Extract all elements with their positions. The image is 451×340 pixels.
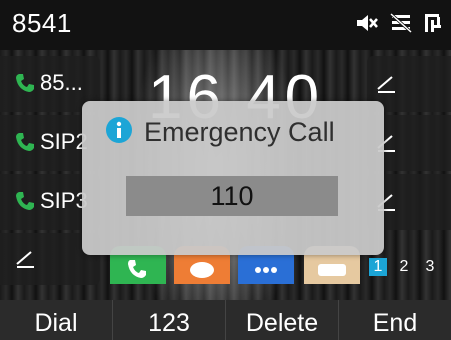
phone-icon <box>14 190 36 218</box>
page-2[interactable]: 2 <box>395 258 413 276</box>
page-indicator: 1 2 3 <box>369 258 439 276</box>
softkey-bar: Dial 123 Delete End <box>0 300 451 340</box>
line-key-label: SIP3 <box>40 188 88 213</box>
edit-icon <box>14 249 36 275</box>
dial-softkey[interactable]: Dial <box>0 300 113 340</box>
edit-icon <box>375 74 397 99</box>
page-3[interactable]: 3 <box>421 258 439 276</box>
dialog-title: Emergency Call <box>144 117 335 147</box>
end-softkey[interactable]: End <box>339 300 451 340</box>
extension-number: 8541 <box>12 8 72 38</box>
phone-screen: 8541 16 40 85... SIP2 SIP3 1 2 3 Dial 12… <box>0 0 451 340</box>
page-1[interactable]: 1 <box>369 258 387 276</box>
info-icon <box>104 115 134 150</box>
phone-icon <box>14 131 36 159</box>
emergency-number-field[interactable]: 110 <box>126 176 338 216</box>
line-key-label: SIP2 <box>40 129 88 154</box>
mute-icon <box>355 12 379 34</box>
no-network-icon <box>389 12 413 34</box>
status-icons <box>355 12 443 34</box>
emergency-call-dialog: Emergency Call 110 <box>82 101 384 255</box>
line-key-label: 85... <box>40 70 83 95</box>
status-bar: 8541 <box>0 0 451 50</box>
delete-softkey[interactable]: Delete <box>226 300 339 340</box>
phone-icon <box>14 72 36 100</box>
input-mode-softkey[interactable]: 123 <box>113 300 226 340</box>
network-icon <box>423 12 443 34</box>
